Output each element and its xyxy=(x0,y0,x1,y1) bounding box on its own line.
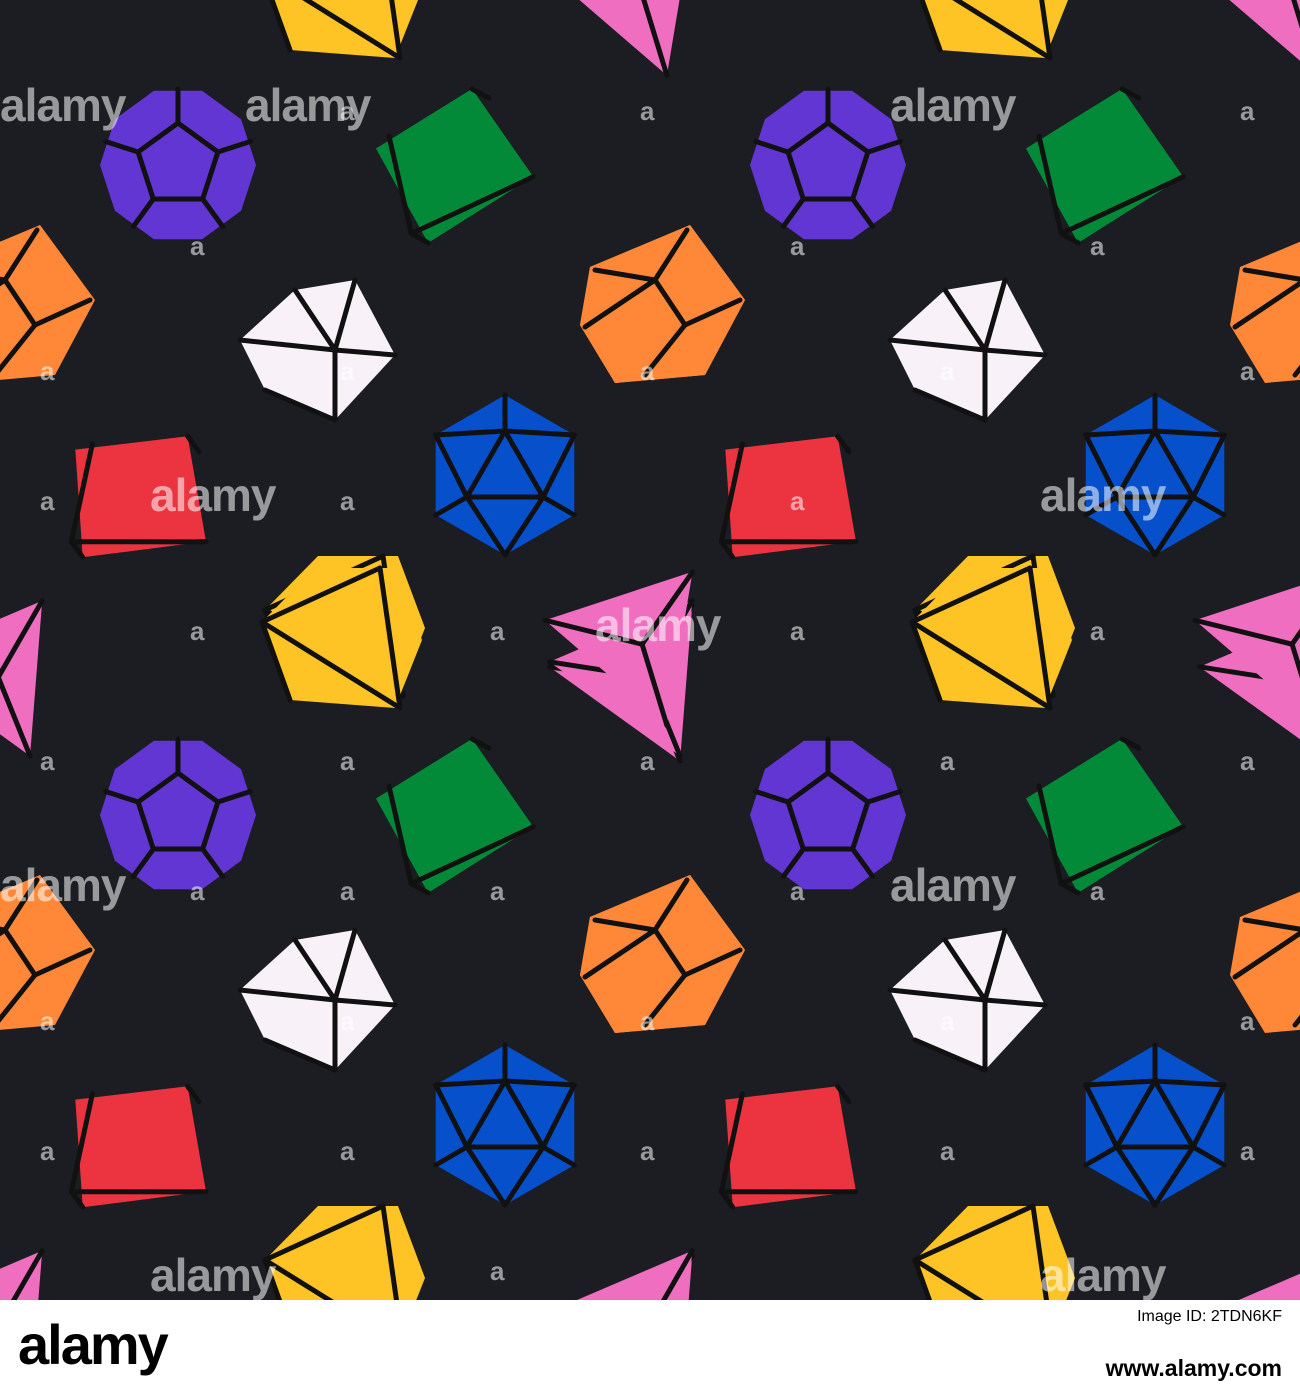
dice-pattern-svg xyxy=(0,0,1300,1300)
d20-icosahedron-die xyxy=(433,392,577,558)
site-url: www.alamy.com xyxy=(1105,1355,1282,1381)
d8-octahedron-die xyxy=(912,1203,1075,1300)
d4-pyramid-die xyxy=(1199,1253,1300,1300)
d8-octahedron-die xyxy=(262,1203,425,1300)
brand-logo: alamy xyxy=(18,1313,169,1376)
d12-dodecahedron-die xyxy=(750,736,906,890)
d8-octahedron-die xyxy=(919,0,1069,61)
d6-cube-green-die xyxy=(375,86,536,246)
d10-pentagonal-die xyxy=(0,225,95,380)
d10-pentagonal-die xyxy=(1230,241,1300,383)
d6-cube-red-die xyxy=(718,1083,859,1210)
d20-icosahedron-die xyxy=(433,1042,577,1208)
white-gem-die xyxy=(887,927,1048,1073)
d10-pentagonal-die xyxy=(1230,891,1300,1033)
white-gem-die xyxy=(237,927,398,1073)
d10-pentagonal-die xyxy=(0,875,95,1030)
dice-pattern: alamy alamy alamy alamy alamy alamy alamy alamy… xyxy=(0,0,1300,1300)
d4-pyramid-die xyxy=(0,1248,45,1300)
image-id: Image ID: 2TDN6KF xyxy=(1137,1308,1282,1325)
d6-cube-red-die xyxy=(718,433,859,560)
d6-cube-green-die xyxy=(375,736,536,896)
d12-dodecahedron-die xyxy=(100,736,256,890)
footer-bar: alamy Image ID: 2TDN6KF www.alamy.com xyxy=(0,1300,1300,1390)
d6-cube-green-die xyxy=(1025,86,1186,246)
d12-dodecahedron-die xyxy=(100,86,256,240)
d8-octahedron-die xyxy=(269,0,419,61)
d6-cube-red-die xyxy=(68,1083,209,1210)
d4-pyramid-die xyxy=(1194,0,1300,78)
d4-pyramid-die xyxy=(544,0,693,78)
d6-cube-red-die xyxy=(68,433,209,560)
d10-pentagonal-die xyxy=(580,225,745,383)
white-gem-die xyxy=(887,277,1048,423)
d20-icosahedron-die xyxy=(1083,1042,1227,1208)
d4-pyramid-die xyxy=(0,598,45,759)
d4-pyramid-die xyxy=(549,1248,695,1300)
d20-icosahedron-die xyxy=(1083,392,1227,558)
d10-pentagonal-die xyxy=(580,875,745,1033)
white-gem-die xyxy=(237,277,398,423)
d6-cube-green-die xyxy=(1025,736,1186,896)
d12-dodecahedron-die xyxy=(750,86,906,240)
